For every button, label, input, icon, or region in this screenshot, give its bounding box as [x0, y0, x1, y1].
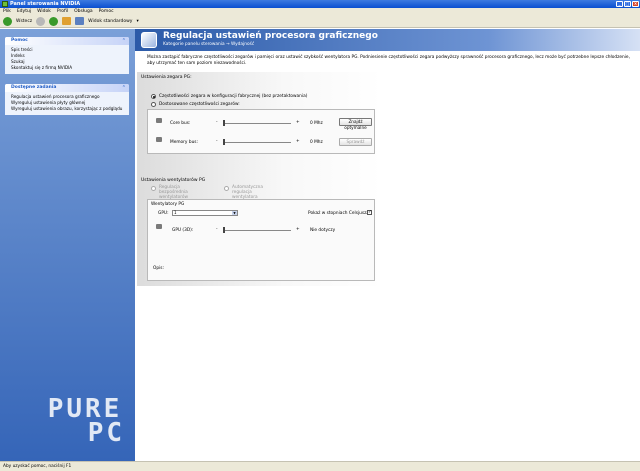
direct-fan-label[interactable]: Regulacja bezpośrednia wentylatorów: [159, 185, 195, 200]
fan-gpu-3d-label: GPU (3D):: [172, 228, 194, 233]
window-controls: _ □ ×: [616, 1, 639, 7]
auto-fan-text: Automatyczna regulacja wentylatora: [232, 185, 263, 200]
toolbar: Wstecz Widok standardowy ▾: [0, 15, 640, 28]
breadcrumb-current[interactable]: Wydajność: [231, 42, 254, 47]
memory-bus-slider-thumb[interactable]: [223, 139, 225, 145]
memory-minus-label: -: [216, 139, 218, 144]
menu-plik[interactable]: Plik: [3, 8, 11, 15]
window-title: Panel sterowania NVIDIA: [10, 1, 81, 7]
breadcrumb: Kategorie panelu sterowania → Wydajność: [163, 42, 254, 47]
factory-clock-radio[interactable]: [151, 94, 156, 99]
watermark-line2: PC: [87, 418, 125, 448]
fan-plus-label: +: [296, 227, 300, 232]
fan-speed-value: Nie dotyczy: [310, 228, 336, 233]
gpu-select-value: 1: [174, 210, 177, 215]
chevron-down-icon[interactable]: ▼: [232, 211, 237, 215]
maximize-button[interactable]: □: [624, 1, 631, 7]
breadcrumb-category[interactable]: Kategorie panelu sterowania: [163, 42, 225, 47]
tasks-panel-header[interactable]: Dostępne zadania ⌃: [5, 84, 129, 92]
status-text: Aby uzyskać pomoc, naciśnij F1: [3, 464, 72, 469]
fan-section-title: Ustawienia wentylatorów PG: [141, 178, 206, 183]
page-header: Regulacja ustawień procesora graficznego…: [135, 29, 640, 51]
memory-bus-slider[interactable]: [223, 142, 291, 143]
up-arrow-icon[interactable]: [49, 16, 59, 26]
status-bar: Aby uzyskać pomoc, naciśnij F1: [0, 461, 640, 471]
find-optimal-button[interactable]: Znajdź optymalne: [339, 118, 372, 130]
celsius-label[interactable]: Pokaż w stopniach Celsjusza: [308, 211, 369, 216]
help-panel-header[interactable]: Pomoc ⌃: [5, 37, 129, 45]
forward-arrow-icon[interactable]: [36, 16, 46, 26]
help-link-contact[interactable]: Skontaktuj się z firmą NVIDIA: [11, 65, 123, 71]
custom-clock-label[interactable]: Dostosowane częstotliwości zegarów:: [159, 102, 240, 107]
collapse-chevron-icon[interactable]: ⌃: [122, 37, 126, 45]
tasks-panel: Dostępne zadania ⌃ Regulacja ustawień pr…: [5, 84, 129, 115]
nvidia-app-icon: [2, 1, 8, 7]
core-chip-icon: [156, 118, 162, 123]
window-titlebar[interactable]: Panel sterowania NVIDIA _ □ ×: [0, 0, 640, 8]
core-bus-slider[interactable]: [223, 123, 291, 124]
purepc-watermark-logo: PURE PC: [48, 396, 125, 448]
factory-clock-label[interactable]: Częstotliwości zegara w konfiguracji fab…: [159, 94, 307, 99]
direct-fan-radio[interactable]: [151, 186, 156, 191]
home-icon[interactable]: [62, 17, 72, 25]
back-button-label[interactable]: Wstecz: [16, 19, 32, 24]
menu-profil[interactable]: Profil: [57, 8, 68, 15]
view-selector[interactable]: Widok standardowy: [88, 19, 132, 24]
memory-bus-value: 0 Mhz: [310, 140, 323, 145]
minimize-button[interactable]: _: [616, 1, 623, 7]
auto-fan-label[interactable]: Automatyczna regulacja wentylatora: [232, 185, 270, 200]
close-button[interactable]: ×: [632, 1, 639, 7]
auto-fan-radio[interactable]: [224, 186, 229, 191]
main-content: Regulacja ustawień procesora graficznego…: [135, 29, 640, 461]
memory-bus-label: Memory bus:: [170, 140, 198, 145]
gpu-select-label: GPU:: [158, 211, 169, 216]
core-bus-value: 0 Mhz: [310, 121, 323, 126]
fan-speed-slider-thumb[interactable]: [223, 227, 225, 233]
apply-button[interactable]: Sprawdź: [339, 138, 372, 146]
fan-settings-section: Ustawienia wentylatorów PG Regulacja bez…: [137, 174, 382, 286]
fan-speed-slider[interactable]: [223, 230, 291, 231]
memory-chip-icon: [156, 137, 162, 142]
menu-bar: Plik Edytuj Widok Profil Obsługa Pomoc: [0, 8, 640, 15]
direct-fan-text: Regulacja bezpośrednia wentylatorów: [159, 185, 189, 200]
celsius-checkbox[interactable]: ✓: [367, 210, 372, 215]
help-panel: Pomoc ⌃ Spis treści Indeks Szukaj Skonta…: [5, 37, 129, 74]
back-arrow-icon[interactable]: [3, 16, 12, 26]
custom-clock-box: Core bus: - + 0 Mhz Znajdź optymalne Mem…: [147, 109, 375, 154]
menu-pomoc[interactable]: Pomoc: [99, 8, 114, 15]
menu-edytuj[interactable]: Edytuj: [17, 8, 31, 15]
menu-widok[interactable]: Widok: [37, 8, 51, 15]
core-plus-label: +: [296, 120, 300, 125]
gpu-settings-icon: [141, 32, 157, 48]
help-panel-title: Pomoc: [11, 38, 28, 43]
task-link-image-preview[interactable]: Wyreguluj ustawienia obrazu, korzystając…: [11, 106, 123, 112]
description-label: Opis:: [153, 266, 164, 271]
collapse-chevron-icon[interactable]: ⌃: [122, 84, 126, 92]
clock-settings-section: Ustawienia zegara PG: Częstotliwości zeg…: [137, 72, 382, 185]
core-bus-slider-thumb[interactable]: [223, 120, 225, 126]
core-bus-label: Core bus:: [170, 121, 191, 126]
sidebar: Pomoc ⌃ Spis treści Indeks Szukaj Skonta…: [0, 29, 135, 461]
view-icon[interactable]: [75, 17, 85, 25]
gpu-select[interactable]: 1 ▼: [172, 210, 238, 216]
fan-group-box: Wentylatory PG GPU: 1 ▼ Pokaż w stopniac…: [147, 199, 375, 281]
menu-obsluga[interactable]: Obsługa: [74, 8, 93, 15]
fan-icon: [156, 224, 162, 229]
chevron-down-icon[interactable]: ▾: [136, 19, 138, 24]
clock-section-title: Ustawienia zegara PG:: [141, 75, 192, 80]
memory-plus-label: +: [296, 139, 300, 144]
tasks-panel-title: Dostępne zadania: [11, 85, 57, 90]
custom-clock-radio[interactable]: [151, 102, 156, 107]
description-text: Można zastąpić fabryczne częstotliwości …: [147, 55, 630, 66]
page-title: Regulacja ustawień procesora graficznego: [163, 31, 378, 41]
fan-minus-label: -: [216, 227, 218, 232]
fan-group-title: Wentylatory PG: [151, 202, 185, 207]
core-minus-label: -: [216, 120, 218, 125]
